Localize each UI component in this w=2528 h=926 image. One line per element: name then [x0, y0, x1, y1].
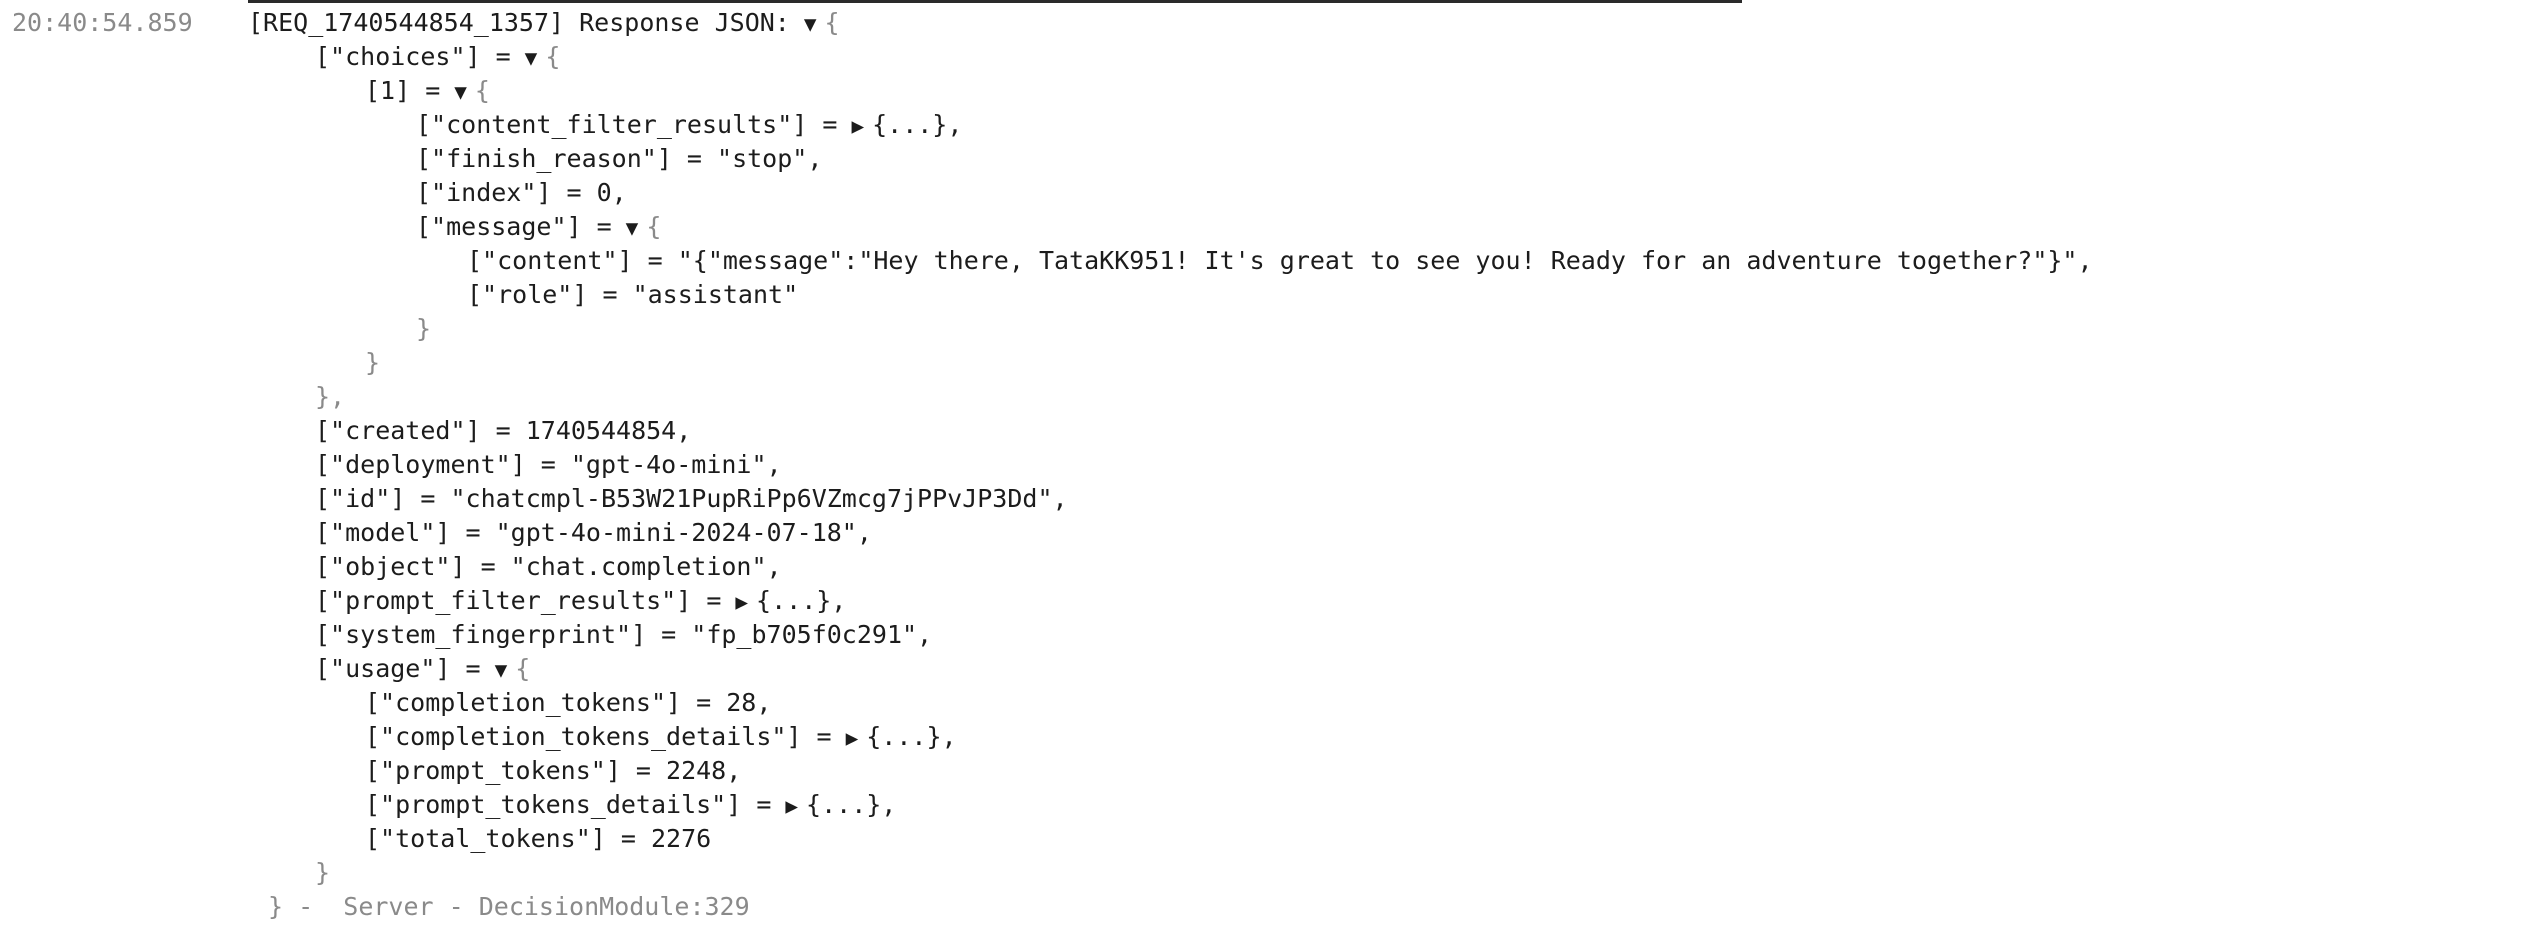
- collapse-arrow-icon[interactable]: ▶: [785, 789, 798, 823]
- completion-details-line: ["completion_tokens_details"] = ▶ {...},: [248, 720, 2508, 754]
- close-brace: }: [416, 314, 432, 343]
- close-brace: }: [268, 892, 284, 921]
- log-header-line: [REQ_1740544854_1357] Response JSON: ▼{: [248, 6, 2508, 40]
- completion-tokens-line: ["completion_tokens"] = 28,: [365, 688, 772, 717]
- prompt-tokens-line: ["prompt_tokens"] = 2248,: [365, 756, 742, 785]
- log-footer-line: } - Server - DecisionModule:329: [248, 890, 2508, 924]
- index-line: ["index"] = 0,: [416, 178, 627, 207]
- finish-reason-line: ["finish_reason"] = "stop",: [416, 144, 823, 173]
- message-key: ["message"] =: [416, 212, 612, 241]
- expand-arrow-icon[interactable]: ▼: [804, 7, 817, 41]
- object-line: ["object"] = "chat.completion",: [315, 552, 782, 581]
- expand-arrow-icon[interactable]: ▼: [626, 211, 639, 245]
- expand-arrow-icon[interactable]: ▼: [454, 75, 467, 109]
- log-timestamp: 20:40:54.859: [12, 8, 193, 37]
- collapse-arrow-icon[interactable]: ▶: [851, 109, 864, 143]
- collapsed-object[interactable]: {...},: [872, 110, 962, 139]
- choices-line: ["choices"] = ▼{: [248, 40, 2508, 74]
- created-line: ["created"] = 1740544854,: [315, 416, 692, 445]
- prompt-details-line: ["prompt_tokens_details"] = ▶ {...},: [248, 788, 2508, 822]
- usage-key: ["usage"] =: [315, 654, 481, 683]
- message-line: ["message"] = ▼{: [248, 210, 2508, 244]
- content-filter-line: ["content_filter_results"] = ▶ {...},: [248, 108, 2508, 142]
- message-role-line: ["role"] = "assistant": [467, 280, 799, 309]
- log-source: - Server - DecisionModule:329: [283, 892, 750, 921]
- prompt-filter-key: ["prompt_filter_results"] =: [315, 586, 722, 615]
- top-divider: [248, 0, 1742, 3]
- close-brace: }: [315, 858, 331, 887]
- close-brace: }: [365, 348, 381, 377]
- completion-details-key: ["completion_tokens_details"] =: [365, 722, 832, 751]
- collapsed-object[interactable]: {...},: [866, 722, 956, 751]
- open-brace: {: [824, 8, 840, 37]
- choice-item-key: [1] =: [365, 76, 441, 105]
- total-tokens-line: ["total_tokens"] = 2276: [365, 824, 712, 853]
- choice-item-line: [1] = ▼{: [248, 74, 2508, 108]
- collapsed-object[interactable]: {...},: [806, 790, 896, 819]
- collapse-arrow-icon[interactable]: ▶: [846, 721, 859, 755]
- model-line: ["model"] = "gpt-4o-mini-2024-07-18",: [315, 518, 872, 547]
- collapsed-object[interactable]: {...},: [756, 586, 846, 615]
- message-content-line: ["content"] = "{"message":"Hey there, Ta…: [467, 246, 2093, 275]
- usage-line: ["usage"] = ▼{: [248, 652, 2508, 686]
- request-label: [REQ_1740544854_1357] Response JSON:: [248, 8, 790, 37]
- choices-key: ["choices"] =: [315, 42, 511, 71]
- system-fingerprint-line: ["system_fingerprint"] = "fp_b705f0c291"…: [315, 620, 933, 649]
- log-entry: [REQ_1740544854_1357] Response JSON: ▼{ […: [248, 6, 2508, 924]
- content-filter-key: ["content_filter_results"] =: [416, 110, 838, 139]
- close-brace: },: [315, 382, 346, 411]
- expand-arrow-icon[interactable]: ▼: [495, 653, 508, 687]
- id-line: ["id"] = "chatcmpl-B53W21PupRiPp6VZmcg7j…: [315, 484, 1068, 513]
- prompt-details-key: ["prompt_tokens_details"] =: [365, 790, 772, 819]
- open-brace: {: [474, 76, 490, 105]
- expand-arrow-icon[interactable]: ▼: [525, 41, 538, 75]
- collapse-arrow-icon[interactable]: ▶: [735, 585, 748, 619]
- open-brace: {: [545, 42, 561, 71]
- open-brace: {: [515, 654, 531, 683]
- deployment-line: ["deployment"] = "gpt-4o-mini",: [315, 450, 782, 479]
- open-brace: {: [646, 212, 662, 241]
- prompt-filter-line: ["prompt_filter_results"] = ▶ {...},: [248, 584, 2508, 618]
